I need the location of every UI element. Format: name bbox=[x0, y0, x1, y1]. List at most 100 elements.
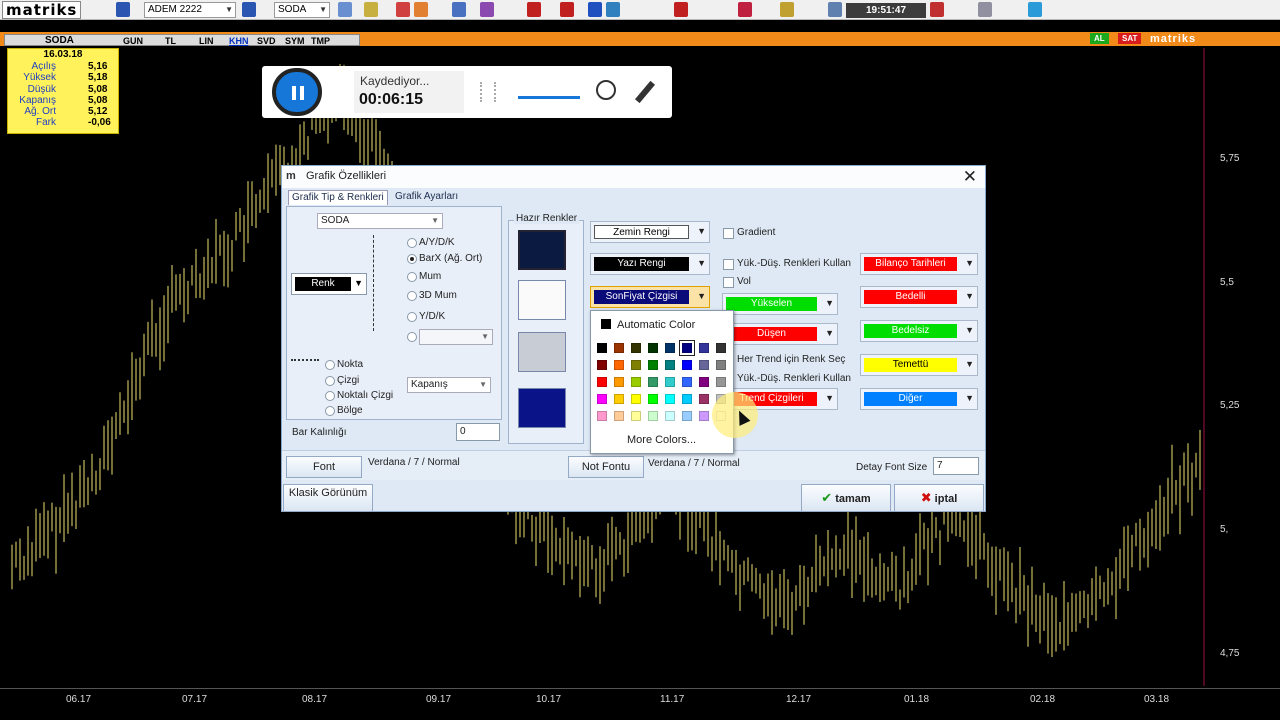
pause-button[interactable] bbox=[272, 68, 322, 116]
tab-khn[interactable]: KHN bbox=[229, 36, 249, 46]
pie-icon[interactable] bbox=[414, 2, 428, 17]
clock-icon[interactable] bbox=[452, 2, 466, 17]
color-swatch[interactable] bbox=[648, 360, 658, 370]
tab-lin[interactable]: LIN bbox=[199, 36, 214, 46]
window-icon[interactable] bbox=[828, 2, 842, 17]
line-solid[interactable]: Çizgi bbox=[325, 375, 359, 387]
preset-gray[interactable] bbox=[518, 332, 566, 372]
symbol-select[interactable]: SODA ▼ bbox=[274, 2, 330, 18]
color-swatch[interactable] bbox=[631, 360, 641, 370]
detail-font-input[interactable]: 7 bbox=[933, 457, 979, 475]
info-icon[interactable] bbox=[242, 2, 256, 17]
color-swatch[interactable] bbox=[631, 411, 641, 421]
ok-button[interactable]: ✔ tamam bbox=[801, 484, 891, 512]
tab-tmp[interactable]: TMP bbox=[311, 36, 330, 46]
type-ohlc[interactable]: A/Y/D/K bbox=[407, 237, 455, 249]
close-icon[interactable]: ✕ bbox=[963, 167, 977, 187]
sell-badge[interactable]: SAT bbox=[1118, 33, 1142, 44]
color-swatch[interactable] bbox=[597, 377, 607, 387]
puzzle-icon[interactable] bbox=[780, 2, 794, 17]
color-swatch[interactable] bbox=[682, 360, 692, 370]
bonus-issue-button[interactable]: Bedelsiz ▼ bbox=[860, 320, 978, 342]
tab-svd[interactable]: SVD bbox=[257, 36, 276, 46]
falling-color-button[interactable]: Düşen ▼ bbox=[722, 323, 838, 345]
line-dot[interactable]: Nokta bbox=[325, 359, 363, 371]
user-select[interactable]: ADEM 2222 ▼ bbox=[144, 2, 236, 18]
tab-gun[interactable]: GUN bbox=[123, 36, 143, 46]
rights-issue-button[interactable]: Bedelli ▼ bbox=[860, 286, 978, 308]
color-swatch[interactable] bbox=[716, 360, 726, 370]
search-icon[interactable] bbox=[338, 2, 352, 17]
pointer-icon[interactable] bbox=[364, 2, 378, 17]
note-font-button[interactable]: Not Fontu bbox=[568, 456, 644, 478]
bar-width-input[interactable]: 0 bbox=[456, 423, 500, 441]
color-swatch[interactable] bbox=[682, 394, 692, 404]
other-button[interactable]: Diğer ▼ bbox=[860, 388, 978, 410]
preset-dark[interactable] bbox=[518, 230, 566, 270]
color-swatch[interactable] bbox=[614, 394, 624, 404]
preset-light[interactable] bbox=[518, 280, 566, 320]
font-button[interactable]: Font bbox=[286, 456, 362, 478]
balance-dates-button[interactable]: Bilanço Tarihleri ▼ bbox=[860, 253, 978, 275]
color-swatch[interactable] bbox=[699, 360, 709, 370]
color-swatch[interactable] bbox=[631, 343, 641, 353]
color-swatch[interactable] bbox=[614, 360, 624, 370]
color-swatch[interactable] bbox=[716, 343, 726, 353]
globe-icon[interactable] bbox=[606, 2, 620, 17]
save-icon[interactable] bbox=[116, 2, 130, 17]
color-swatch[interactable] bbox=[716, 377, 726, 387]
volume-slider[interactable] bbox=[518, 96, 580, 99]
twitter-icon[interactable] bbox=[1028, 2, 1042, 17]
line-area[interactable]: Bölge bbox=[325, 405, 363, 417]
fx-icon[interactable] bbox=[738, 2, 752, 17]
color-swatch[interactable] bbox=[597, 343, 607, 353]
tab-sym[interactable]: SYM bbox=[285, 36, 305, 46]
symbol-combo[interactable]: SODA ▼ bbox=[317, 213, 443, 229]
color-swatch[interactable] bbox=[614, 411, 624, 421]
color-swatch[interactable] bbox=[679, 340, 695, 356]
volume-checkbox[interactable]: Vol bbox=[723, 276, 751, 288]
tab-tl[interactable]: TL bbox=[165, 36, 176, 46]
updown-colors-checkbox[interactable]: Yük.-Düş. Renkleri Kullan bbox=[723, 258, 851, 270]
tag-icon[interactable] bbox=[480, 2, 494, 17]
color-swatch[interactable] bbox=[648, 394, 658, 404]
alarm-icon[interactable] bbox=[930, 2, 944, 17]
color-swatch[interactable] bbox=[682, 377, 692, 387]
color-swatch[interactable] bbox=[682, 411, 692, 421]
line-source-combo[interactable]: Kapanış ▼ bbox=[407, 377, 491, 393]
tab-chart-settings[interactable]: Grafik Ayarları bbox=[392, 190, 461, 205]
automatic-color-option[interactable]: Automatic Color bbox=[601, 319, 695, 331]
color-swatch[interactable] bbox=[665, 394, 675, 404]
type-hlc[interactable]: Y/D/K bbox=[407, 311, 445, 323]
color-swatch[interactable] bbox=[631, 394, 641, 404]
bold-icon[interactable] bbox=[527, 2, 541, 17]
color-swatch[interactable] bbox=[648, 343, 658, 353]
color-swatch[interactable] bbox=[665, 411, 675, 421]
type-barx[interactable]: BarX (Ağ. Ort) bbox=[407, 253, 482, 265]
color-swatch[interactable] bbox=[614, 343, 624, 353]
dividend-button[interactable]: Temettü ▼ bbox=[860, 354, 978, 376]
preset-blue[interactable] bbox=[518, 388, 566, 428]
renk-combo[interactable]: Renk ▼ bbox=[291, 273, 367, 295]
custom-type-combo[interactable]: ▼ bbox=[419, 329, 493, 345]
color-swatch[interactable] bbox=[699, 343, 709, 353]
color-swatch[interactable] bbox=[665, 377, 675, 387]
background-color-button[interactable]: Zemin Rengi ▼ bbox=[590, 221, 710, 243]
color-swatch[interactable] bbox=[699, 411, 709, 421]
mail-icon[interactable] bbox=[978, 2, 992, 17]
tab-chart-type-colors[interactable]: Grafik Tip & Renkleri bbox=[288, 190, 388, 205]
buy-badge[interactable]: AL bbox=[1090, 33, 1109, 44]
color-swatch[interactable] bbox=[631, 377, 641, 387]
updown-colors-checkbox-2[interactable]: Yük.-Düş. Renkleri Kullan bbox=[723, 373, 851, 385]
pencil-icon[interactable] bbox=[634, 80, 656, 104]
gradient-checkbox[interactable]: Gradient bbox=[723, 227, 775, 239]
rising-color-button[interactable]: Yükselen ▼ bbox=[722, 293, 838, 315]
more-colors-option[interactable]: More Colors... bbox=[627, 434, 696, 446]
type-candle[interactable]: Mum bbox=[407, 271, 441, 283]
text-a-icon[interactable] bbox=[560, 2, 574, 17]
color-swatch[interactable] bbox=[648, 377, 658, 387]
line-dotted[interactable]: Noktalı Çizgi bbox=[325, 390, 393, 402]
color-swatch[interactable] bbox=[665, 360, 675, 370]
color-swatch[interactable] bbox=[597, 360, 607, 370]
color-swatch[interactable] bbox=[648, 411, 658, 421]
